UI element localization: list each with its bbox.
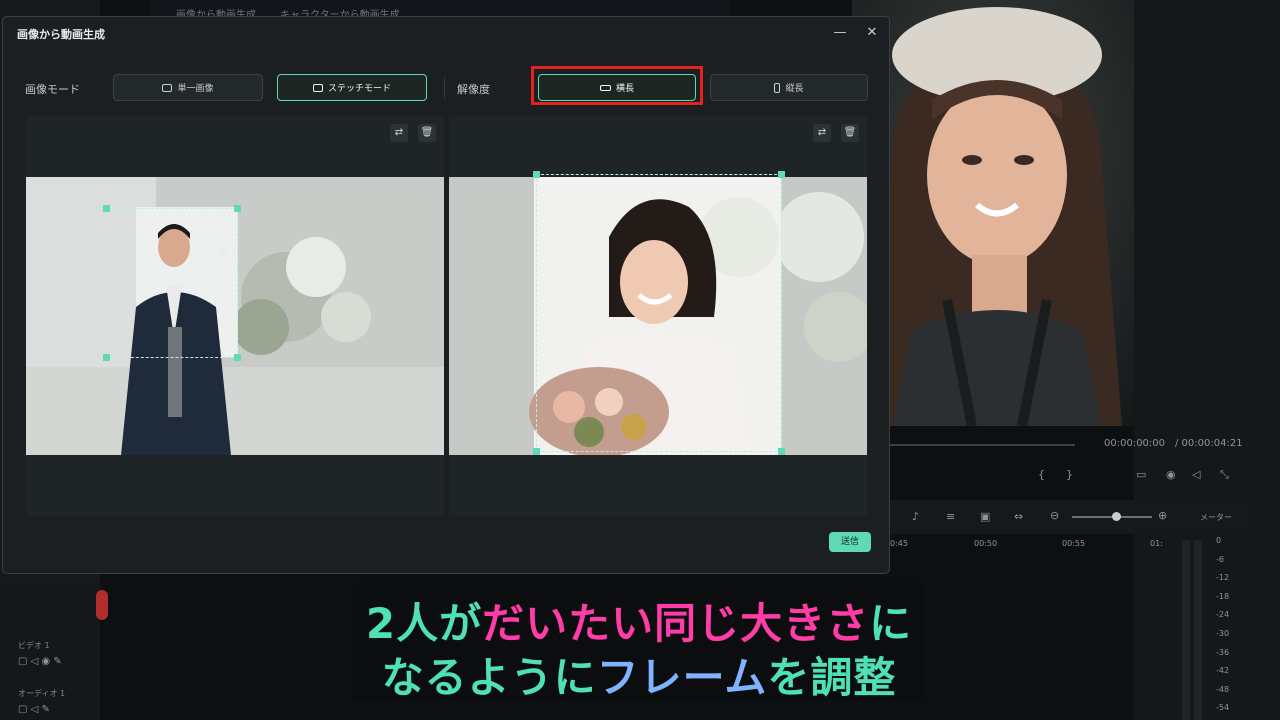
fit-icon[interactable]: ⇔ <box>1014 510 1023 523</box>
progress-track[interactable] <box>890 444 1075 446</box>
ruler-tick: 00:55 <box>1062 539 1086 548</box>
music-list-icon[interactable]: ≡ <box>946 510 955 523</box>
image-icon <box>162 83 173 92</box>
resolution-label: 解像度 <box>457 83 490 96</box>
meter-tick-label: -12 <box>1216 573 1230 583</box>
meter-tick-label: -6 <box>1216 554 1224 564</box>
playback-controls: { } ▭ ◉ ◁ ⤡ <box>890 458 1250 494</box>
playhead-marker[interactable] <box>96 590 108 620</box>
ruler-tick: 00:50 <box>974 539 998 548</box>
dialog-title: 画像から動画生成 <box>17 28 105 41</box>
image-slot-2[interactable]: ⇄ 🗑 <box>449 116 867 516</box>
crop-handle[interactable] <box>234 205 241 212</box>
subtitle-line-2: なるようにフレームを調整 <box>353 644 925 705</box>
subtitle-segment: 2人が <box>365 599 483 648</box>
ruler-tick: 01: <box>1150 539 1163 548</box>
send-button[interactable]: 送信 <box>829 532 871 552</box>
volume-icon[interactable]: ◁ <box>1192 468 1200 481</box>
subtitle-segment: 同じ <box>654 599 741 648</box>
subtitle-segment: なるように <box>381 653 597 702</box>
meter-tick-label: 0 <box>1216 536 1222 545</box>
mark-in-icon[interactable]: { <box>1038 468 1045 481</box>
mode-stitch-button[interactable]: ステッチモード <box>277 74 427 101</box>
crop-handle[interactable] <box>103 205 110 212</box>
subtitle-segment: を調整 <box>767 653 897 702</box>
ruler-tick: 0:45 <box>890 539 908 548</box>
portrait-icon <box>774 82 781 93</box>
crop-frame-2[interactable] <box>533 171 785 455</box>
highlight-annotation <box>531 66 703 105</box>
meter-tick-label: -48 <box>1216 684 1230 694</box>
crop-frame-1[interactable]: ✥ <box>103 205 241 361</box>
crop-handle[interactable] <box>234 354 241 361</box>
audio-controls-icon[interactable]: ▢ ◁ ✎ <box>18 704 50 715</box>
zoom-slider-handle[interactable] <box>1112 512 1121 521</box>
video-preview <box>852 0 1134 426</box>
delete-icon[interactable]: 🗑 <box>841 124 859 142</box>
crop-handle[interactable] <box>533 171 540 178</box>
track-headers: ビデオ 1 ▢ ◁ ◉ ✎ オーディオ 1 ▢ ◁ ✎ <box>0 590 108 720</box>
timeline-ruler: 0:45 00:50 00:55 01: <box>890 536 1170 554</box>
timeline-toolbar: ♪ ≡ ▣ ⇔ ⊖ ⊕ メーター <box>890 500 1250 534</box>
resolution-portrait-button[interactable]: 縦長 <box>710 74 868 101</box>
replace-image-icon[interactable]: ⇄ <box>813 124 831 142</box>
track-controls-icon[interactable]: ▢ ◁ ◉ ✎ <box>18 656 62 667</box>
image-mode-label: 画像モード <box>25 83 80 96</box>
current-timecode: 00:00:00:00 <box>1104 438 1166 449</box>
timecode-bar: 00:00:00:00 / 00:00:04:21 <box>890 436 1250 454</box>
meter-tick-label: -24 <box>1216 610 1230 620</box>
close-icon[interactable]: ✕ <box>861 23 883 43</box>
subtitle-segment: フレーム <box>596 653 768 702</box>
crop-handle[interactable] <box>533 448 540 455</box>
audio-track-label: オーディオ 1 <box>18 689 66 698</box>
mode-single-image-button[interactable]: 単一画像 <box>113 74 263 101</box>
crop-handle[interactable] <box>103 354 110 361</box>
subtitle-caption: 2人がだいたい同じ大きさに なるようにフレームを調整 <box>353 582 925 702</box>
video-track-label: ビデオ 1 <box>18 641 50 650</box>
divider <box>444 77 445 99</box>
preview-photo-woman <box>852 0 1134 426</box>
image-to-video-dialog: 画像から動画生成 — ✕ 画像モード 単一画像 ステッチモード 解像度 横長 縦… <box>2 16 890 574</box>
meter-tick-label: -36 <box>1216 647 1230 657</box>
mode-stitch-label: ステッチモード <box>327 84 391 94</box>
replace-image-icon[interactable]: ⇄ <box>390 124 408 142</box>
resolution-portrait-label: 縦長 <box>785 84 804 94</box>
move-icon[interactable]: ✥ <box>217 245 229 261</box>
zoom-in-icon[interactable]: ⊕ <box>1158 509 1167 522</box>
image-slot-1[interactable]: ⇄ 🗑 ✥ <box>26 116 444 516</box>
delete-icon[interactable]: 🗑 <box>418 124 436 142</box>
meter-tick-label: -54 <box>1216 703 1230 713</box>
mode-single-image-label: 単一画像 <box>177 84 214 94</box>
minimize-icon[interactable]: — <box>829 23 851 43</box>
crop-handle[interactable] <box>778 171 785 178</box>
meter-tick-label: -42 <box>1216 666 1230 676</box>
subtitle-segment: だいたい <box>482 599 655 648</box>
clip-icon[interactable]: ▣ <box>980 510 990 523</box>
person-image-icon <box>312 83 323 92</box>
microphone-icon[interactable]: ♪ <box>912 510 919 523</box>
meter-bar-right <box>1194 540 1202 720</box>
subtitle-segment: に <box>869 599 913 648</box>
total-timecode: / 00:00:04:21 <box>1175 438 1243 449</box>
zoom-out-icon[interactable]: ⊖ <box>1050 509 1059 522</box>
fullscreen-icon[interactable]: ⤡ <box>1220 468 1229 482</box>
crop-handle[interactable] <box>778 448 785 455</box>
subtitle-line-1: 2人がだいたい同じ大きさに <box>353 590 925 651</box>
meter-tick-label: -30 <box>1216 629 1230 638</box>
meter-tick-label: -18 <box>1216 591 1230 601</box>
meter-bar-left <box>1182 540 1190 720</box>
snapshot-icon[interactable]: ◉ <box>1166 468 1176 481</box>
meter-label[interactable]: メーター <box>1200 512 1232 523</box>
audio-meter: 0 -6 -12 -18 -24 -30 -36 -42 -48 -54 <box>1178 530 1250 720</box>
monitor-icon[interactable]: ▭ <box>1136 468 1146 481</box>
subtitle-segment: 大きさ <box>740 599 870 648</box>
mark-out-icon[interactable]: } <box>1066 468 1073 481</box>
